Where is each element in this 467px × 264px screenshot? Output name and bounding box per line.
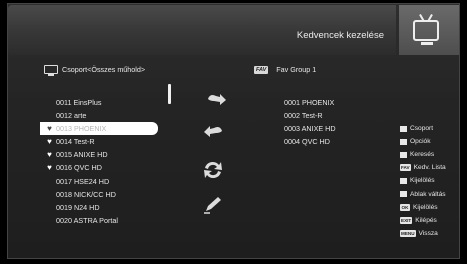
- right-panel-heading: Fav Group 1: [276, 65, 317, 74]
- legend-item: Ablak váltás: [400, 187, 446, 200]
- fav-key-icon: FAV: [400, 164, 411, 172]
- legend-label: Kijelölés: [413, 203, 438, 211]
- green-key-icon: [400, 125, 407, 132]
- channel-label: 0011 EinsPlus: [56, 98, 102, 107]
- channel-row[interactable]: 0017 HSE24 HD: [40, 175, 158, 188]
- legend-item: FAV Kedv. Lista: [400, 161, 446, 174]
- legend-label: Csoport: [410, 125, 434, 133]
- channel-label: 0015 ANIXE HD: [56, 150, 108, 160]
- legend-item: EXIT Kilépés: [400, 214, 446, 227]
- channel-row[interactable]: ♥ 0016 QVC HD: [40, 161, 158, 174]
- left-panel-heading: Csoport<Összes műhold>: [62, 65, 146, 74]
- legend-label: Vissza: [418, 229, 438, 237]
- move-icon[interactable]: [202, 160, 224, 180]
- remove-arrow-icon[interactable]: [202, 122, 224, 142]
- heart-icon: ♥: [47, 163, 52, 173]
- channel-label: 0017 HSE24 HD: [56, 176, 110, 186]
- favorite-row[interactable]: 0001 PHOENIX: [284, 96, 336, 109]
- page-title: Kedvencek kezelése: [296, 30, 384, 41]
- favorite-row[interactable]: 0003 ANIXE HD: [284, 122, 336, 135]
- legend-label: Keresés: [410, 151, 435, 159]
- legend-label: Kilépés: [415, 216, 437, 224]
- channel-label: 0014 Test-R: [56, 137, 95, 147]
- channel-label: 0012 arte: [56, 111, 87, 121]
- tv-icon-box: [399, 5, 459, 55]
- heart-icon: ♥: [47, 124, 52, 134]
- legend-item: Kijelölés: [400, 174, 446, 187]
- legend-item: Csoport: [400, 122, 446, 135]
- search-key-icon: [400, 151, 407, 158]
- yellow-key-icon: [400, 138, 407, 145]
- channel-row[interactable]: ♥ 0015 ANIXE HD: [40, 148, 158, 161]
- heart-icon: ♥: [47, 150, 52, 160]
- legend-item: Opciók: [400, 135, 446, 148]
- left-panel-header: Csoport<Összes műhold>: [44, 65, 146, 76]
- channel-row[interactable]: 0012 arte: [40, 109, 158, 122]
- channel-row[interactable]: 0020 ASTRA Portal: [40, 214, 158, 227]
- tv-stand-icon: [421, 42, 433, 45]
- screen: Kedvencek kezelése Csoport<Összes műhold…: [0, 0, 467, 264]
- exit-key-icon: EXIT: [400, 216, 413, 224]
- menu-key-icon: MENU: [400, 229, 416, 237]
- heart-icon: ♥: [47, 137, 52, 147]
- channel-row[interactable]: 0019 N24 HD: [40, 201, 158, 214]
- legend-item: Keresés: [400, 148, 446, 161]
- channel-row[interactable]: 0018 NICK/CC HD: [40, 188, 158, 201]
- channel-row[interactable]: ♥ 0013 PHOENIX: [40, 122, 158, 136]
- legend-label: Opciók: [410, 138, 431, 146]
- swap-key-icon: [400, 191, 407, 198]
- channel-list: 0011 EinsPlus 0012 arte ♥ 0013 PHOENIX ♥ 0014…: [40, 96, 158, 227]
- page-key-icon: [400, 177, 407, 184]
- channel-list-scrollbar[interactable]: [168, 84, 171, 104]
- title-bar: Kedvencek kezelése: [8, 5, 396, 55]
- favorite-row[interactable]: 0004 QVC HD: [284, 135, 336, 148]
- legend-item: OK Kijelölés: [400, 201, 446, 214]
- legend-label: Kijelölés: [410, 177, 435, 185]
- fav-tag-icon: FAV: [254, 65, 269, 74]
- favorite-row[interactable]: 0002 Test-R: [284, 109, 336, 122]
- rename-icon[interactable]: [202, 195, 224, 215]
- favorite-list: 0001 PHOENIX 0002 Test-R 0003 ANIXE HD 0004…: [284, 96, 336, 148]
- channel-label: 0020 ASTRA Portal: [56, 215, 118, 225]
- channel-label: 0018 NICK/CC HD: [56, 189, 116, 199]
- channel-label: 0019 N24 HD: [56, 202, 100, 212]
- tv-icon: [413, 20, 439, 41]
- legend-item: MENU Vissza: [400, 227, 446, 240]
- legend-label: Kedv. Lista: [413, 164, 446, 172]
- right-panel-header: FAV Fav Group 1: [254, 65, 316, 74]
- channel-label: 0016 QVC HD: [56, 163, 102, 173]
- key-legend: Csoport Opciók Keresés FAV Kedv. Lista Kijelö…: [400, 122, 446, 240]
- channel-label: 0013 PHOENIX: [56, 124, 107, 134]
- legend-label: Ablak váltás: [410, 190, 446, 198]
- channel-row[interactable]: 0011 EinsPlus: [40, 96, 158, 109]
- satellite-icon: [44, 65, 58, 76]
- ok-key-icon: OK: [400, 203, 410, 211]
- add-arrow-icon[interactable]: [206, 90, 228, 110]
- channel-row[interactable]: ♥ 0014 Test-R: [40, 135, 158, 148]
